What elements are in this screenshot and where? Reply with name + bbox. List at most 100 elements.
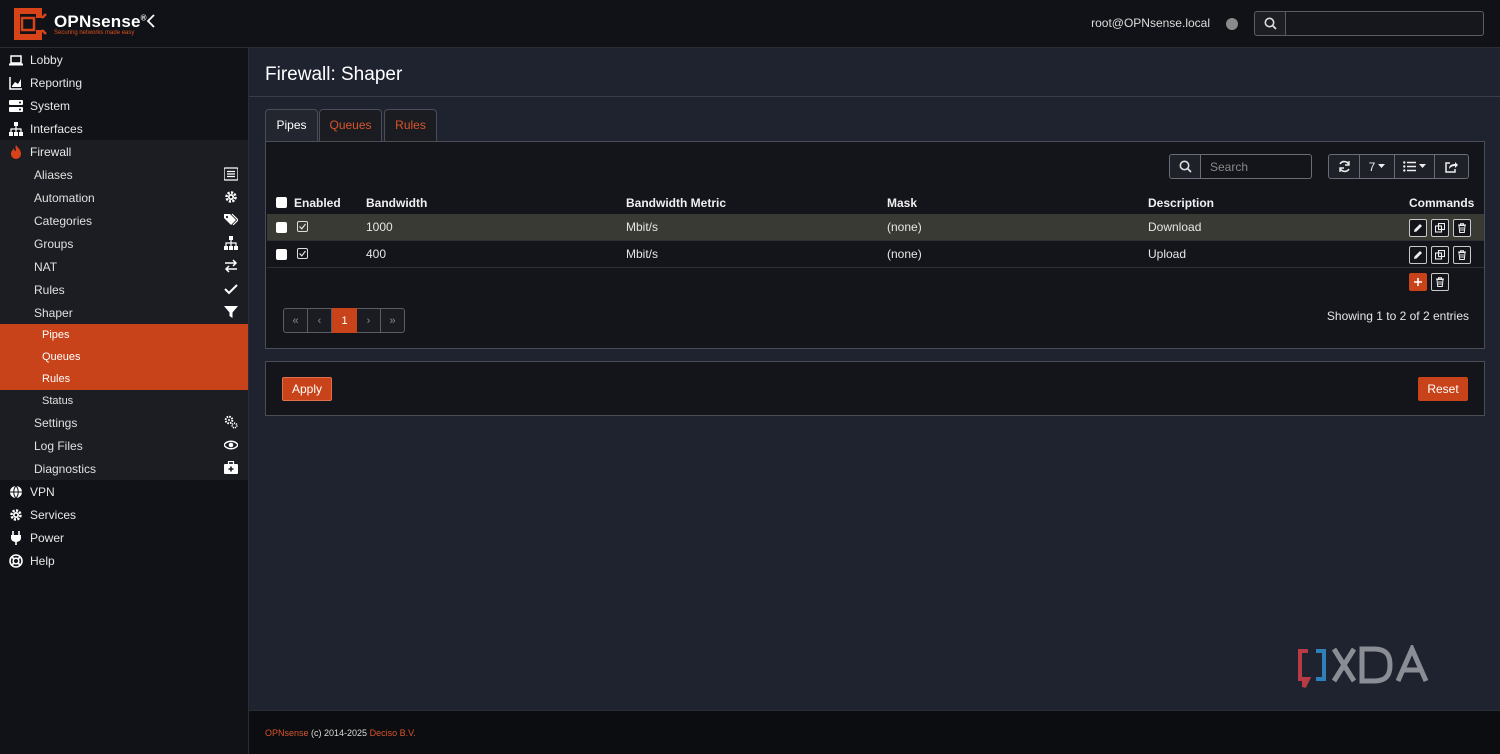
- global-search-input[interactable]: [1286, 11, 1484, 36]
- brand-name: OPNsense®: [54, 12, 147, 31]
- opnsense-logo-icon[interactable]: [8, 4, 48, 44]
- apply-panel: Apply Reset: [265, 361, 1485, 416]
- sidebar-item-settings[interactable]: Settings: [0, 411, 248, 434]
- top-bar: OPNsense® Securing networks made easy ro…: [0, 0, 1500, 48]
- trash-icon: [1458, 223, 1466, 233]
- clone-icon: [1435, 250, 1445, 260]
- sidebar-item-aliases[interactable]: Aliases: [0, 163, 248, 186]
- eye-icon: [224, 440, 238, 450]
- delete-selected-button[interactable]: [1431, 273, 1449, 291]
- caret-down-icon: [1419, 164, 1426, 168]
- add-pipe-button[interactable]: [1409, 273, 1427, 291]
- sidebar-item-diagnostics[interactable]: Diagnostics: [0, 457, 248, 480]
- select-all-checkbox[interactable]: [276, 197, 287, 208]
- server-icon: [9, 100, 23, 112]
- footer-brand-link[interactable]: OPNsense: [265, 728, 309, 738]
- caret-down-icon: [1378, 164, 1386, 168]
- sidebar-item-log-files[interactable]: Log Files: [0, 434, 248, 457]
- gear-icon: [10, 509, 22, 521]
- filter-icon: [224, 306, 238, 318]
- sitemap-icon: [9, 122, 23, 136]
- metric-cell: Mbit/s: [626, 220, 659, 234]
- sidebar-item-shaper[interactable]: Shaper: [0, 301, 248, 324]
- sidebar-item-shaper-status[interactable]: Status: [0, 390, 248, 412]
- list-icon: [1403, 161, 1416, 172]
- enabled-check-icon[interactable]: [297, 221, 308, 232]
- column-header-bandwidth-metric[interactable]: Bandwidth Metric: [626, 196, 726, 210]
- grid-search-button[interactable]: [1169, 154, 1201, 179]
- tab-queues[interactable]: Queues: [319, 109, 382, 141]
- description-cell: Download: [1148, 220, 1202, 234]
- search-icon: [1179, 160, 1192, 173]
- sidebar-item-lobby[interactable]: Lobby: [0, 48, 248, 71]
- pencil-icon: [1414, 251, 1422, 259]
- grid-search-input[interactable]: Search: [1201, 154, 1312, 179]
- export-button[interactable]: [1435, 154, 1469, 179]
- enabled-check-icon[interactable]: [297, 248, 308, 259]
- table-row[interactable]: 400 Mbit/s (none) Upload: [267, 241, 1484, 268]
- sidebar-item-interfaces[interactable]: Interfaces: [0, 117, 248, 140]
- page-title: Firewall: Shaper: [265, 64, 403, 85]
- sidebar-item-services[interactable]: Services: [0, 503, 248, 526]
- row-select-checkbox[interactable]: [276, 222, 287, 233]
- pager-next[interactable]: ›: [357, 308, 381, 333]
- mask-cell: (none): [887, 247, 922, 261]
- trash-icon: [1458, 250, 1466, 260]
- medkit-icon: [224, 461, 238, 474]
- sidebar-item-firewall[interactable]: Firewall: [0, 140, 248, 163]
- plus-icon: [1414, 278, 1422, 286]
- sidebar-item-shaper-rules[interactable]: Rules: [0, 368, 248, 390]
- check-icon: [224, 284, 238, 295]
- column-header-bandwidth[interactable]: Bandwidth: [366, 196, 427, 210]
- pager-prev[interactable]: ‹: [308, 308, 332, 333]
- edit-button[interactable]: [1409, 219, 1427, 237]
- sidebar-item-nat[interactable]: NAT: [0, 255, 248, 278]
- refresh-button[interactable]: [1328, 154, 1360, 179]
- exchange-icon: [224, 259, 238, 273]
- sidebar-item-shaper-pipes[interactable]: Pipes: [0, 324, 248, 346]
- clone-button[interactable]: [1431, 219, 1449, 237]
- sidebar-item-reporting[interactable]: Reporting: [0, 71, 248, 94]
- collapse-sidebar-chevron-icon[interactable]: [146, 14, 156, 31]
- clone-button[interactable]: [1431, 246, 1449, 264]
- share-icon: [1445, 161, 1458, 173]
- edit-button[interactable]: [1409, 246, 1427, 264]
- laptop-icon: [9, 55, 23, 66]
- column-header-mask[interactable]: Mask: [887, 196, 917, 210]
- gears-icon: [224, 415, 238, 429]
- sidebar-item-system[interactable]: System: [0, 94, 248, 117]
- bandwidth-cell: 1000: [366, 220, 393, 234]
- column-header-description[interactable]: Description: [1148, 196, 1214, 210]
- global-search-button[interactable]: [1254, 11, 1286, 36]
- table-row[interactable]: 1000 Mbit/s (none) Download: [267, 214, 1484, 241]
- column-header-enabled[interactable]: Enabled: [294, 196, 341, 210]
- sidebar-item-shaper-queues[interactable]: Queues: [0, 346, 248, 368]
- sidebar-item-vpn[interactable]: VPN: [0, 480, 248, 503]
- pager-last[interactable]: »: [381, 308, 405, 333]
- sidebar-item-automation[interactable]: Automation: [0, 186, 248, 209]
- pager-first[interactable]: «: [283, 308, 308, 333]
- tab-rules[interactable]: Rules: [384, 109, 437, 141]
- reset-button[interactable]: Reset: [1418, 377, 1468, 401]
- tab-pipes[interactable]: Pipes: [265, 109, 318, 142]
- tags-icon: [224, 213, 238, 226]
- column-selector-dropdown[interactable]: [1395, 154, 1435, 179]
- delete-button[interactable]: [1453, 219, 1471, 237]
- sidebar-item-groups[interactable]: Groups: [0, 232, 248, 255]
- sidebar: Lobby Reporting System Interfaces Firewa…: [0, 48, 249, 754]
- list-icon: [224, 167, 238, 181]
- sidebar-item-power[interactable]: Power: [0, 526, 248, 549]
- sidebar-item-rules[interactable]: Rules: [0, 278, 248, 301]
- sidebar-item-help[interactable]: Help: [0, 549, 248, 572]
- row-select-checkbox[interactable]: [276, 249, 287, 260]
- current-user[interactable]: root@OPNsense.local: [1091, 16, 1210, 30]
- status-indicator-icon[interactable]: [1226, 18, 1238, 30]
- pager-page-1[interactable]: 1: [332, 308, 357, 333]
- footer-company-link[interactable]: Deciso B.V.: [370, 728, 416, 738]
- page-size-dropdown[interactable]: 7: [1360, 154, 1395, 179]
- delete-button[interactable]: [1453, 246, 1471, 264]
- column-header-commands: Commands: [1409, 196, 1475, 210]
- chart-icon: [9, 77, 22, 90]
- sidebar-item-categories[interactable]: Categories: [0, 209, 248, 232]
- apply-button[interactable]: Apply: [282, 377, 332, 401]
